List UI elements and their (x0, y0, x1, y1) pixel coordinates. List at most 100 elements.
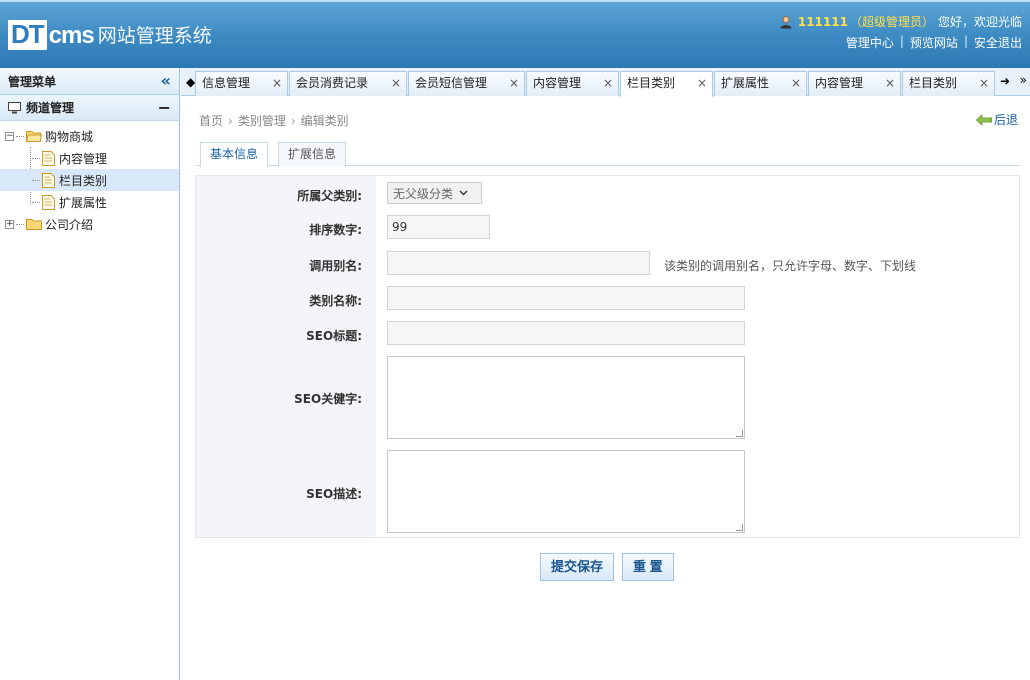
tab-member-consumption[interactable]: 会员消费记录 × (289, 71, 407, 96)
tab-category-2[interactable]: 栏目类别 × (902, 71, 995, 96)
close-icon[interactable]: × (391, 72, 401, 95)
close-icon[interactable]: × (697, 72, 707, 95)
tree-node-company[interactable]: + 公司介绍 (0, 213, 179, 235)
tab-label: 扩展属性 (721, 76, 770, 90)
user-info: 111111 （超级管理员） 您好，欢迎光临 (779, 13, 1022, 30)
sidebar-group-channel[interactable]: 频道管理 − (0, 95, 179, 121)
tab-content-2[interactable]: 内容管理 × (808, 71, 901, 96)
sort-number-input[interactable]: 99 (387, 215, 490, 239)
row-seo-desc: SEO描述: (196, 450, 1019, 534)
form-tabs: 基本信息 扩展信息 (195, 142, 1020, 167)
logout-link[interactable]: 安全退出 (974, 34, 1022, 51)
breadcrumb-current: 编辑类别 (300, 114, 349, 128)
alias-input[interactable] (387, 251, 650, 275)
parent-label: 所属父类别: (297, 189, 362, 203)
close-icon[interactable]: × (885, 72, 895, 95)
form-buttons: 提交保存 重 置 (540, 553, 674, 581)
tab-label: 会员消费记录 (296, 76, 369, 90)
preview-site-link[interactable]: 预览网站 (910, 34, 958, 51)
tree-item-label: 扩展属性 (59, 195, 108, 210)
sidebar-group-label: 频道管理 (26, 101, 75, 115)
tab-label: 内容管理 (815, 76, 864, 90)
admin-center-link[interactable]: 管理中心 (846, 34, 894, 51)
tab-label: 栏目类别 (627, 76, 676, 90)
collapse-toggle-icon[interactable]: − (5, 131, 14, 141)
parent-category-select[interactable]: 无父级分类 (387, 182, 482, 204)
monitor-icon (8, 101, 21, 113)
sidebar: 管理菜单 « 频道管理 − − 购物商城 内容管理 栏目类别 扩展属性 + 公司… (0, 68, 180, 680)
tab-attributes[interactable]: 扩展属性 × (714, 71, 807, 96)
tab-content-1[interactable]: 内容管理 × (526, 71, 619, 96)
logo-dt: DT (8, 20, 47, 50)
expand-toggle-icon[interactable]: + (5, 219, 14, 229)
user-role: （超级管理员） (849, 15, 934, 29)
alias-hint: 该类别的调用别名，只允许字母、数字、下划线 (664, 259, 917, 273)
row-name: 类别名称: (196, 286, 1019, 310)
tab-member-sms[interactable]: 会员短信管理 × (408, 71, 525, 96)
row-alias: 调用别名: 该类别的调用别名，只允许字母、数字、下划线 (196, 251, 1019, 275)
header: DT cms 网站管理系统 111111 （超级管理员） 您好，欢迎光临 管理中… (0, 0, 1030, 68)
folder-open-icon (26, 131, 42, 142)
seo-title-label: SEO标题: (306, 329, 362, 343)
tree-item-content[interactable]: 内容管理 (0, 147, 179, 169)
tab-label: 栏目类别 (909, 76, 958, 90)
sidebar-title: 管理菜单 (8, 74, 57, 89)
seo-desc-label: SEO描述: (306, 487, 362, 501)
tree-item-label: 内容管理 (59, 151, 108, 166)
row-seo-keywords: SEO关健字: (196, 356, 1019, 440)
collapse-icon[interactable]: « (161, 73, 171, 89)
category-name-input[interactable] (387, 286, 745, 310)
tree-node-shop[interactable]: − 购物商城 (0, 125, 179, 147)
tab-extended-info[interactable]: 扩展信息 (278, 142, 347, 166)
tab-scroll-left-icon[interactable]: ◆ (186, 75, 195, 89)
close-icon[interactable]: × (979, 72, 989, 95)
parent-select-value: 无父级分类 (393, 186, 454, 201)
row-sort: 排序数字: 99 (196, 215, 1019, 239)
back-button[interactable]: 后退 (975, 111, 1018, 128)
link-separator: | (963, 34, 968, 48)
greeting: 您好，欢迎光临 (937, 15, 1022, 29)
breadcrumb-home[interactable]: 首页 (199, 114, 223, 128)
tree-item-category[interactable]: 栏目类别 (0, 169, 179, 191)
tab-label: 信息管理 (202, 76, 251, 90)
reset-button[interactable]: 重 置 (622, 553, 674, 581)
tab-menu-chevron-icon[interactable]: » (1020, 73, 1027, 87)
seo-keywords-textarea[interactable] (387, 356, 745, 439)
tab-category-active[interactable]: 栏目类别 × (620, 71, 713, 97)
close-icon[interactable]: × (791, 72, 801, 95)
logo-cms: cms (48, 22, 95, 49)
close-icon[interactable]: × (509, 72, 519, 95)
close-icon[interactable]: × (272, 72, 282, 95)
tab-bar: ◆ 信息管理 × 会员消费记录 × 会员短信管理 × 内容管理 × 栏目类别 × 扩展属性… (181, 68, 1030, 97)
back-arrow-icon (975, 113, 992, 126)
submit-button[interactable]: 提交保存 (540, 553, 615, 581)
breadcrumb: 首页 › 类别管理 › 编辑类别 (199, 114, 349, 128)
sidebar-header: 管理菜单 « (0, 68, 179, 95)
seo-title-input[interactable] (387, 321, 745, 345)
seo-desc-textarea[interactable] (387, 450, 745, 533)
channel-tree: − 购物商城 内容管理 栏目类别 扩展属性 + 公司介绍 (0, 121, 179, 235)
seo-keywords-label: SEO关健字: (294, 392, 362, 406)
minus-icon[interactable]: − (158, 99, 171, 115)
main-content: 首页 › 类别管理 › 编辑类别 后退 基本信息 扩展信息 所属父类别: 无父级分类 排… (181, 97, 1030, 680)
resize-handle-icon[interactable] (736, 430, 743, 437)
tree-node-label: 公司介绍 (45, 217, 94, 232)
category-form: 所属父类别: 无父级分类 排序数字: 99 调用别名: 该类别的调用别名，只允许… (195, 175, 1020, 538)
breadcrumb-category-manage[interactable]: 类别管理 (238, 114, 286, 128)
resize-handle-icon[interactable] (736, 524, 743, 531)
back-label: 后退 (993, 113, 1018, 127)
user-name: 111111 (797, 14, 848, 29)
chevron-down-icon (459, 190, 468, 196)
tab-label: 会员短信管理 (415, 76, 488, 90)
tab-basic-info[interactable]: 基本信息 (200, 142, 269, 167)
page-icon (42, 150, 55, 166)
logo: DT cms 网站管理系统 (8, 18, 212, 50)
tab-scroll-right-icon[interactable]: ➜ (1000, 74, 1010, 88)
close-icon[interactable]: × (603, 72, 613, 95)
tree-node-label: 购物商城 (45, 129, 94, 144)
row-parent: 所属父类别: 无父级分类 (196, 182, 1019, 206)
folder-icon (26, 219, 42, 230)
tab-info[interactable]: 信息管理 × (195, 71, 288, 96)
link-separator: | (899, 34, 904, 48)
tree-item-attributes[interactable]: 扩展属性 (0, 191, 179, 213)
